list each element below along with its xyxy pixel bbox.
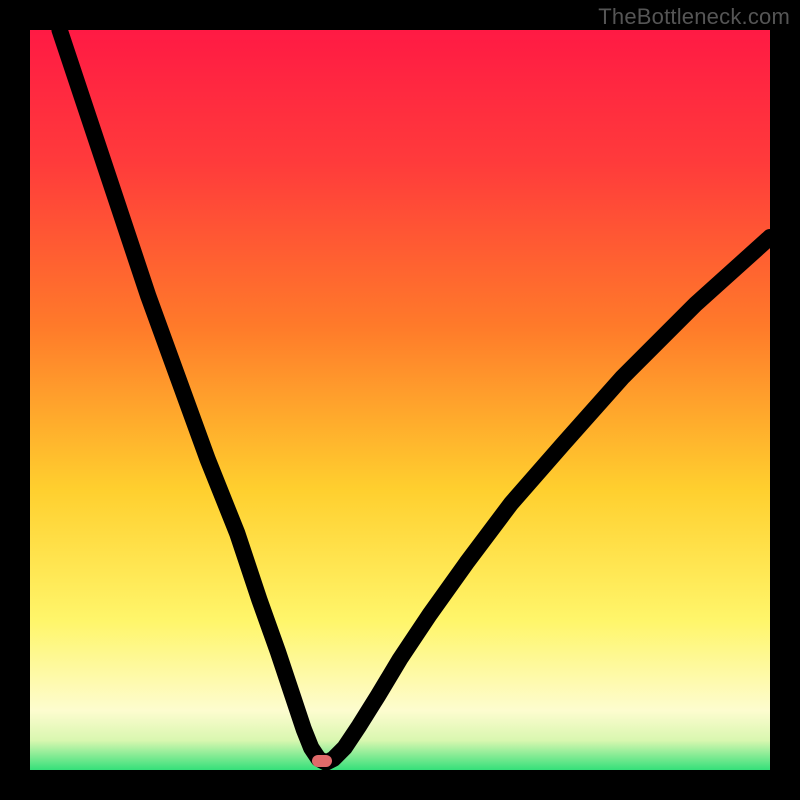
bottleneck-curve-svg bbox=[30, 30, 770, 770]
bottleneck-curve bbox=[60, 30, 770, 763]
chart-frame: TheBottleneck.com bbox=[0, 0, 800, 800]
plot-area bbox=[30, 30, 770, 770]
watermark-text: TheBottleneck.com bbox=[598, 4, 790, 30]
optimal-point-marker bbox=[312, 755, 332, 767]
